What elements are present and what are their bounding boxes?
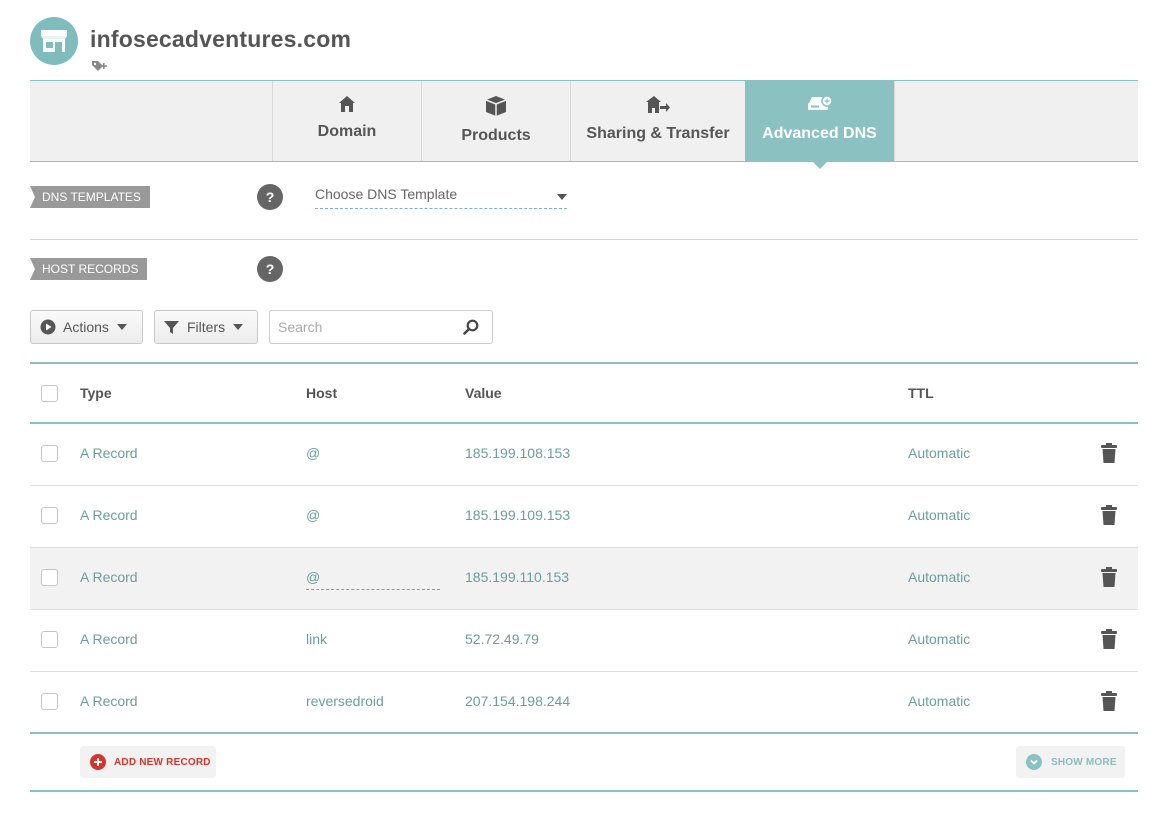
chevron-down-icon (116, 324, 127, 330)
filters-label: Filters (187, 319, 226, 335)
domain-title: infosecadventures.com (90, 26, 352, 52)
column-header-value[interactable]: Value (465, 385, 502, 401)
record-host[interactable]: link (306, 631, 327, 647)
tab-label: Domain (317, 123, 377, 140)
house-icon (339, 96, 355, 112)
trash-icon[interactable] (1101, 629, 1117, 654)
show-more-label: SHOW MORE (1051, 756, 1117, 768)
trash-icon[interactable] (1101, 443, 1117, 468)
record-value[interactable]: 185.199.110.153 (465, 569, 569, 585)
record-host[interactable]: reversedroid (306, 693, 384, 709)
search-icon[interactable] (463, 319, 479, 340)
show-more-button[interactable]: SHOW MORE (1016, 746, 1125, 778)
host-records-label: HOST RECORDS (30, 258, 148, 280)
column-header-ttl[interactable]: TTL (908, 385, 934, 401)
dns-template-value: Choose DNS Template (315, 186, 458, 202)
record-value[interactable]: 52.72.49.79 (465, 631, 539, 647)
table-row[interactable]: A Record @ 185.199.109.153 Automatic (30, 486, 1138, 548)
host-records-help-icon[interactable]: ? (257, 256, 283, 282)
record-ttl[interactable]: Automatic (908, 631, 970, 647)
table-row[interactable]: A Record @ 185.199.110.153 Automatic (30, 548, 1138, 610)
table-row[interactable]: A Record reversedroid 207.154.198.244 Au… (30, 672, 1138, 734)
record-type[interactable]: A Record (80, 693, 138, 709)
record-host[interactable]: @ (306, 507, 320, 523)
search-input[interactable] (270, 311, 450, 343)
actions-button[interactable]: Actions (30, 310, 143, 344)
record-host[interactable]: @ (306, 569, 440, 590)
select-all-checkbox[interactable] (41, 385, 58, 402)
record-value[interactable]: 185.199.108.153 (465, 445, 570, 461)
row-checkbox[interactable] (41, 631, 58, 648)
record-type[interactable]: A Record (80, 631, 138, 647)
trash-icon[interactable] (1101, 567, 1117, 592)
actions-label: Actions (63, 319, 109, 335)
tab-sharing-transfer[interactable]: Sharing & Transfer (570, 81, 745, 161)
filters-button[interactable]: Filters (154, 310, 258, 344)
record-type[interactable]: A Record (80, 507, 138, 523)
record-value[interactable]: 185.199.109.153 (465, 507, 570, 523)
dns-server-icon (807, 95, 833, 110)
trash-icon[interactable] (1101, 691, 1117, 716)
record-ttl[interactable]: Automatic (908, 445, 970, 461)
box-icon (485, 96, 507, 116)
row-checkbox[interactable] (41, 445, 58, 462)
house-transfer-icon (646, 96, 670, 113)
column-header-host[interactable]: Host (306, 385, 337, 401)
chevron-down-icon (557, 194, 567, 200)
tab-bar-filler (894, 81, 1138, 161)
filter-icon (164, 320, 179, 334)
record-ttl[interactable]: Automatic (908, 507, 970, 523)
record-host[interactable]: @ (306, 445, 320, 461)
table-row[interactable]: A Record link 52.72.49.79 Automatic (30, 610, 1138, 672)
tab-label: Sharing & Transfer (586, 125, 730, 142)
dns-template-select[interactable]: Choose DNS Template (315, 186, 567, 209)
divider (30, 239, 1138, 240)
chevron-down-icon (233, 324, 244, 330)
tab-advanced-dns[interactable]: Advanced DNS (745, 81, 894, 169)
column-header-type[interactable]: Type (80, 385, 112, 401)
tab-label: Advanced DNS (762, 125, 877, 142)
record-value[interactable]: 207.154.198.244 (465, 693, 570, 709)
tag-add-icon[interactable] (91, 60, 109, 79)
row-checkbox[interactable] (41, 569, 58, 586)
row-checkbox[interactable] (41, 507, 58, 524)
site-avatar (30, 17, 78, 65)
table-header: Type Host Value TTL (30, 364, 1138, 424)
play-circle-icon (40, 319, 56, 335)
add-new-record-label: ADD NEW RECORD (114, 756, 211, 768)
record-type[interactable]: A Record (80, 445, 138, 461)
tab-label: Products (461, 127, 531, 144)
search-box (269, 310, 493, 344)
record-ttl[interactable]: Automatic (908, 569, 970, 585)
tab-bar: Domain Products Sharing & Transfer Advan… (30, 80, 1138, 169)
store-icon (41, 30, 67, 52)
row-checkbox[interactable] (41, 693, 58, 710)
plus-circle-icon (90, 754, 106, 770)
record-type[interactable]: A Record (80, 569, 138, 585)
dns-templates-label: DNS TEMPLATES (30, 186, 150, 208)
tab-domain[interactable]: Domain (272, 81, 421, 161)
add-new-record-button[interactable]: ADD NEW RECORD (80, 746, 216, 778)
divider (30, 790, 1138, 792)
record-ttl[interactable]: Automatic (908, 693, 970, 709)
tab-products[interactable]: Products (421, 81, 570, 161)
dns-templates-help-icon[interactable]: ? (257, 184, 283, 210)
host-records-table: Type Host Value TTL A Record @ 185.199.1… (30, 362, 1138, 734)
table-row[interactable]: A Record @ 185.199.108.153 Automatic (30, 424, 1138, 486)
trash-icon[interactable] (1101, 505, 1117, 530)
chevron-down-circle-icon (1026, 754, 1042, 770)
